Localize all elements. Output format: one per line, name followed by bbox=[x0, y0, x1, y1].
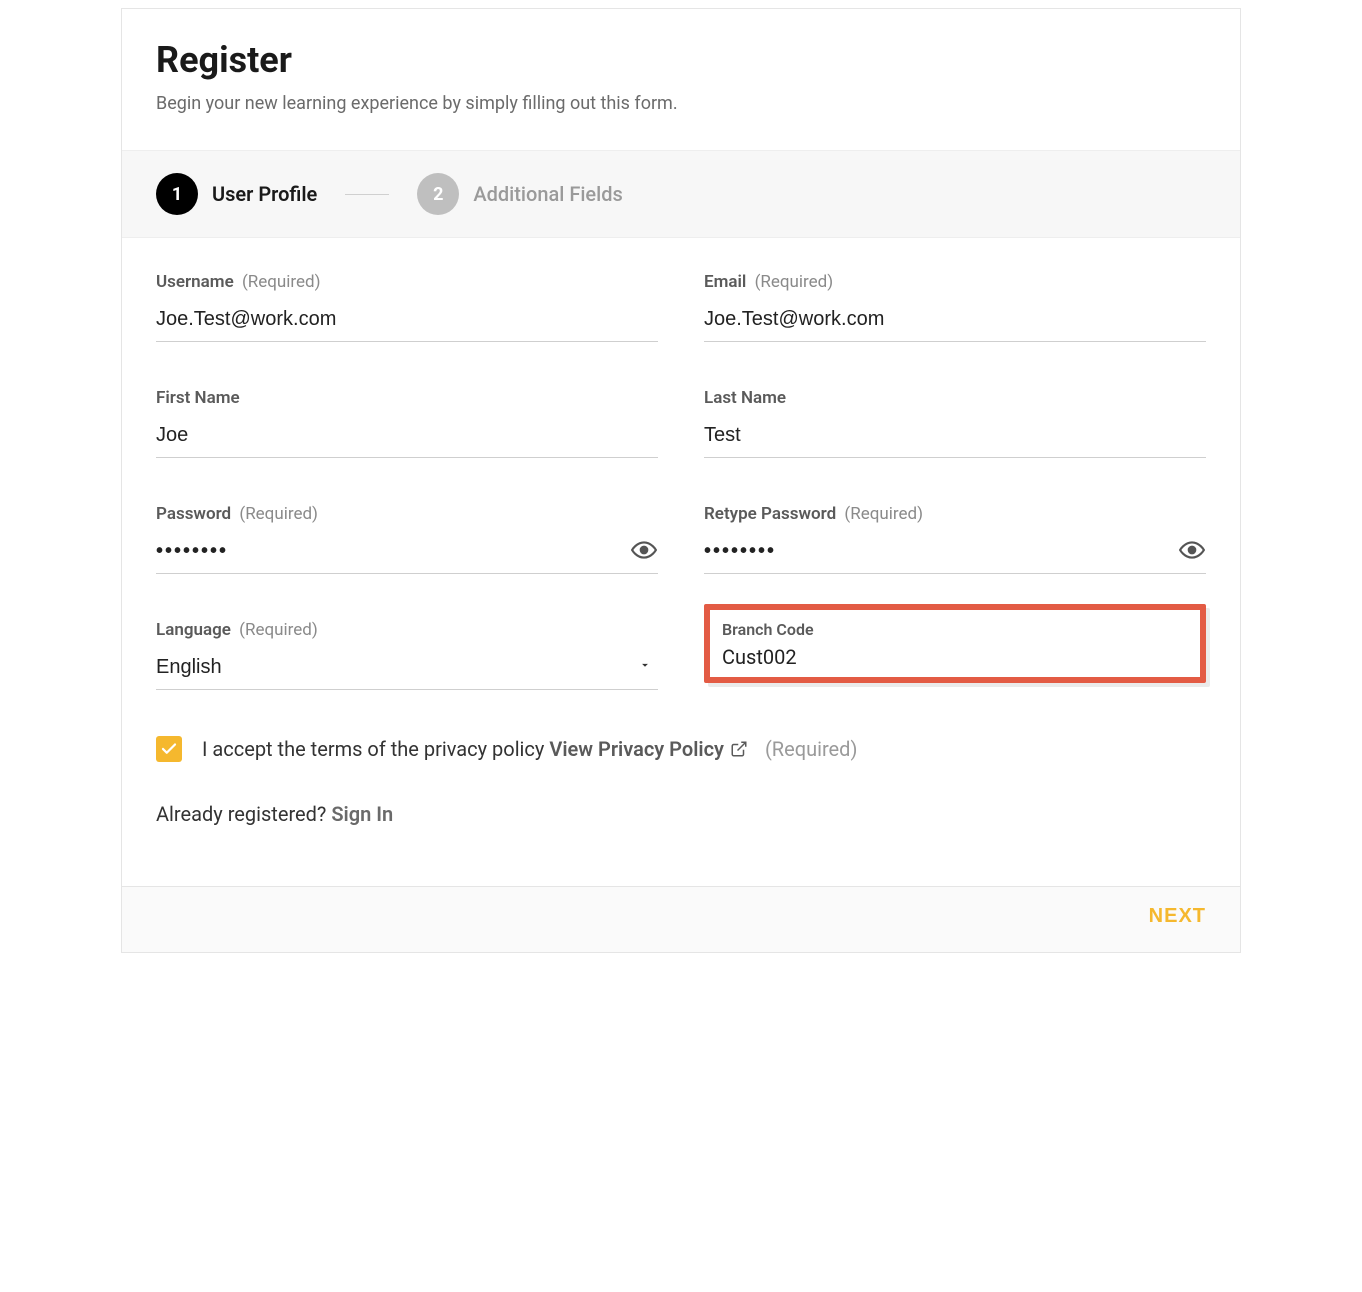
form-area: Username (Required) Email (Required) Fir… bbox=[122, 238, 1240, 886]
field-branch-code: Branch Code Cust002 bbox=[704, 620, 1206, 690]
password-input[interactable] bbox=[156, 534, 658, 574]
step-2-number: 2 bbox=[417, 173, 459, 215]
stepper: 1 User Profile 2 Additional Fields bbox=[122, 150, 1240, 238]
branch-code-value[interactable]: Cust002 bbox=[722, 645, 1188, 669]
signin-prompt: Already registered? bbox=[156, 802, 331, 826]
page-subtitle: Begin your new learning experience by si… bbox=[156, 93, 1206, 114]
privacy-row: I accept the terms of the privacy policy… bbox=[156, 736, 1206, 762]
privacy-text: I accept the terms of the privacy policy bbox=[202, 737, 544, 761]
step-2-label: Additional Fields bbox=[473, 182, 622, 206]
privacy-text-group: I accept the terms of the privacy policy… bbox=[202, 737, 857, 761]
field-password: Password (Required) bbox=[156, 504, 658, 574]
last-name-input[interactable] bbox=[704, 418, 1206, 458]
password-label: Password (Required) bbox=[156, 504, 658, 524]
field-first-name: First Name bbox=[156, 388, 658, 458]
next-button[interactable]: NEXT bbox=[1149, 899, 1206, 934]
language-value[interactable] bbox=[156, 650, 658, 690]
privacy-checkbox[interactable] bbox=[156, 736, 182, 762]
toggle-password-visibility-icon[interactable] bbox=[630, 536, 658, 564]
check-icon bbox=[160, 740, 178, 758]
field-email: Email (Required) bbox=[704, 272, 1206, 342]
username-input[interactable] bbox=[156, 302, 658, 342]
branch-code-label: Branch Code bbox=[722, 620, 1188, 639]
step-connector bbox=[345, 194, 389, 195]
signin-row: Already registered? Sign In bbox=[156, 802, 1206, 826]
page-title: Register bbox=[156, 39, 1206, 81]
privacy-required: (Required) bbox=[765, 737, 857, 761]
register-page: Register Begin your new learning experie… bbox=[121, 8, 1241, 953]
language-select[interactable] bbox=[156, 650, 658, 690]
last-name-label: Last Name bbox=[704, 388, 1206, 408]
email-input[interactable] bbox=[704, 302, 1206, 342]
retype-password-label: Retype Password (Required) bbox=[704, 504, 1206, 524]
footer: NEXT bbox=[122, 886, 1240, 952]
language-label: Language (Required) bbox=[156, 620, 658, 640]
field-language: Language (Required) bbox=[156, 620, 658, 690]
step-additional-fields[interactable]: 2 Additional Fields bbox=[417, 173, 622, 215]
view-privacy-policy-link[interactable]: View Privacy Policy bbox=[549, 737, 748, 761]
field-last-name: Last Name bbox=[704, 388, 1206, 458]
external-link-icon bbox=[730, 740, 748, 758]
first-name-input[interactable] bbox=[156, 418, 658, 458]
retype-password-input[interactable] bbox=[704, 534, 1206, 574]
branch-code-highlight: Branch Code Cust002 bbox=[704, 604, 1206, 683]
field-username: Username (Required) bbox=[156, 272, 658, 342]
step-1-label: User Profile bbox=[212, 182, 317, 206]
sign-in-link[interactable]: Sign In bbox=[331, 802, 393, 826]
field-retype-password: Retype Password (Required) bbox=[704, 504, 1206, 574]
toggle-retype-password-visibility-icon[interactable] bbox=[1178, 536, 1206, 564]
step-user-profile[interactable]: 1 User Profile bbox=[156, 173, 317, 215]
first-name-label: First Name bbox=[156, 388, 658, 408]
username-label: Username (Required) bbox=[156, 272, 658, 292]
email-label: Email (Required) bbox=[704, 272, 1206, 292]
page-header: Register Begin your new learning experie… bbox=[122, 9, 1240, 150]
step-1-number: 1 bbox=[156, 173, 198, 215]
